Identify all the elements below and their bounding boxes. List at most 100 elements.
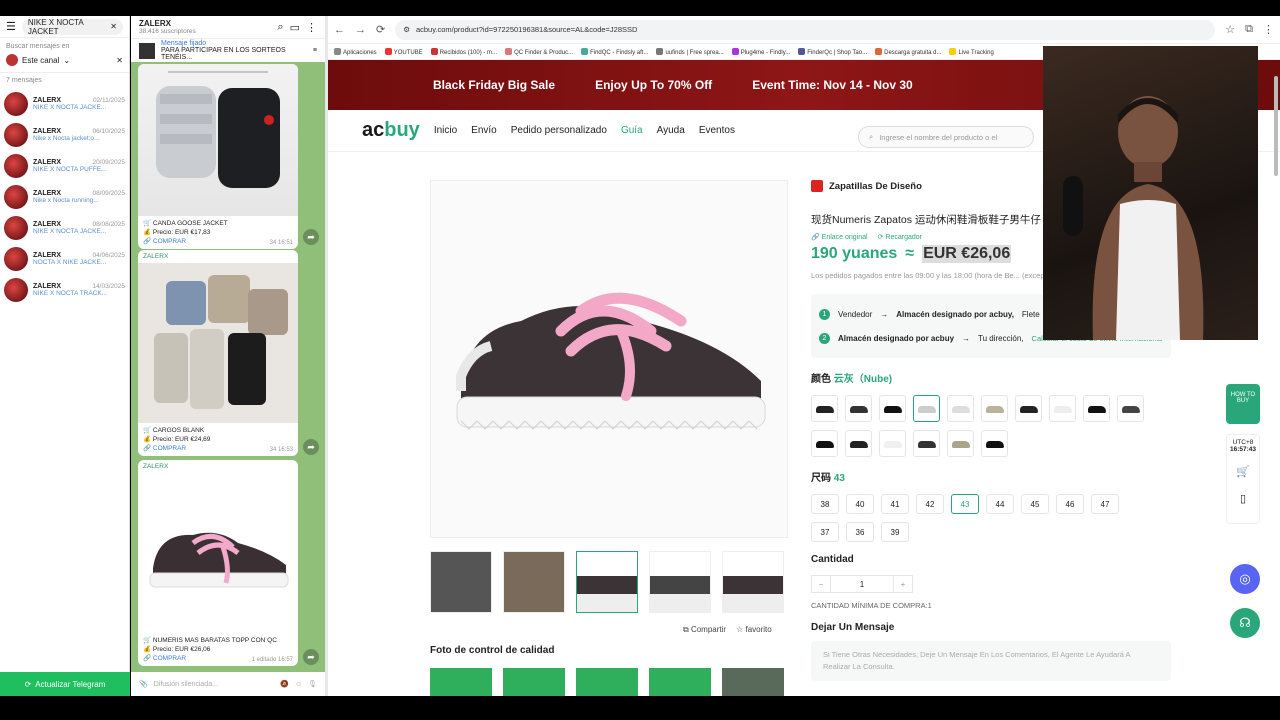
product-thumbnail[interactable] [503,551,565,613]
favorite-button[interactable]: ☆ favorito [736,625,772,635]
color-swatch[interactable] [879,430,906,457]
bookmark[interactable]: uufinds | Free sprea... [656,48,723,56]
size-option[interactable]: 45 [1021,494,1049,514]
color-swatch[interactable] [811,395,838,422]
quantity-input[interactable]: 1 [830,576,894,592]
size-option[interactable]: 38 [811,494,839,514]
size-option[interactable]: 43 [951,494,979,514]
post-image-cargos[interactable] [138,263,298,423]
clear-search-icon[interactable]: ✕ [110,22,117,31]
address-bar[interactable]: ⚙ acbuy.com/product?id=972250196381&sourc… [395,19,1216,40]
mic-icon[interactable]: 🎙 [308,680,317,688]
bookmark[interactable]: Descarga gratuita d... [875,48,941,56]
support-icon[interactable]: ☊ [1230,608,1260,638]
bookmark[interactable]: FinderQc | Shop Tao... [798,48,867,56]
pin-list-icon[interactable]: ≡ [313,47,317,54]
post-image-jackets[interactable] [138,64,298,216]
qc-photo[interactable] [503,668,565,696]
phone-icon[interactable]: ▯ [1227,492,1259,505]
discord-icon[interactable]: ◎ [1230,564,1260,594]
close-icon[interactable]: ✕ [116,56,123,65]
menu-icon[interactable]: ☰ [6,20,16,33]
nav-item[interactable]: Ayuda [657,125,685,136]
color-swatch[interactable] [845,395,872,422]
post-image-sneaker[interactable] [138,473,298,633]
nav-item[interactable]: Guía [621,125,643,136]
decrement-button[interactable]: − [812,576,830,592]
qc-photo[interactable] [722,668,784,696]
attach-icon[interactable]: 📎 [139,680,148,688]
kebab-menu-icon[interactable]: ⋮ [1263,23,1274,36]
qc-photo[interactable] [649,668,711,696]
pinned-message[interactable]: Mensaje fijado PARA PARTICIPAR EN LOS SOR… [131,38,325,62]
size-option[interactable]: 42 [916,494,944,514]
nav-item[interactable]: Envío [471,125,497,136]
color-swatch[interactable] [1015,395,1042,422]
product-search-input[interactable]: ⌕ Ingrese el nombre del producto o el [858,126,1034,148]
nav-item[interactable]: Inicio [434,125,457,136]
qc-photo[interactable] [430,668,492,696]
buy-link[interactable]: COMPRAR [153,445,186,452]
color-swatch[interactable] [879,395,906,422]
forward-icon[interactable]: ➦ [303,439,319,455]
color-swatch[interactable] [947,430,974,457]
nav-item[interactable]: Eventos [699,125,735,136]
original-link[interactable]: 🔗 Enlace original [811,233,868,241]
bookmark[interactable]: Recibidos (100) - m... [431,48,497,56]
forward-nav-icon[interactable]: → [355,24,366,36]
forward-icon[interactable]: ➦ [303,649,319,665]
increment-button[interactable]: + [894,576,912,592]
search-result[interactable]: ZALERX 02/11/2025 NIKE X NOCTA JACKE... [0,88,129,119]
color-swatch[interactable] [981,430,1008,457]
search-result[interactable]: ZALERX 08/08/2025 NIKE X NOCTA JACKE... [0,212,129,243]
star-icon[interactable]: ☆ [1225,23,1235,36]
reload-icon[interactable]: ⟳ [376,23,385,36]
size-option[interactable]: 47 [1091,494,1119,514]
telegram-search-input[interactable]: NIKE X NOCTA JACKET ✕ [21,18,123,36]
search-result[interactable]: ZALERX 20/09/2025 NIKE X NOCTA PUFFE... [0,150,129,181]
search-result[interactable]: ZALERX 04/06/2025 NOCTA X NIKE JACKE... [0,243,129,274]
product-thumbnail[interactable] [722,551,784,613]
channel-header[interactable]: ZALERX 38.416 suscriptores ⌕ ▭ ⋮ [131,16,325,38]
bookmark[interactable]: FindQC - Findsly aft... [581,48,648,56]
size-option[interactable]: 46 [1056,494,1084,514]
size-option[interactable]: 41 [881,494,909,514]
chat-icon[interactable]: ▭ [290,21,300,34]
color-swatch[interactable] [913,395,940,422]
search-result[interactable]: ZALERX 14/03/2025 NIKE X NOCTA TRACK... [0,274,129,305]
bookmark[interactable]: QC Finder & Produc... [505,48,573,56]
bookmark[interactable]: YOUTUBE [385,48,423,56]
color-swatch[interactable] [1117,395,1144,422]
bookmark[interactable]: Live Tracking [949,48,993,56]
size-option[interactable]: 39 [881,522,909,542]
update-telegram-button[interactable]: ⟳ Actualizar Telegram [0,672,130,696]
color-swatch[interactable] [845,430,872,457]
qc-photo[interactable] [576,668,638,696]
product-thumbnail[interactable] [430,551,492,613]
color-swatch[interactable] [981,395,1008,422]
mute-icon[interactable]: 🔕 [280,680,289,688]
size-option[interactable]: 36 [846,522,874,542]
color-swatch[interactable] [913,430,940,457]
bookmark[interactable]: Aplicaciones [334,48,377,56]
size-option[interactable]: 40 [846,494,874,514]
color-swatch[interactable] [1083,395,1110,422]
message-input[interactable]: Difusión silenciada... [154,681,275,688]
buy-link[interactable]: COMPRAR [153,655,186,662]
cart-icon[interactable]: 🛒 [1227,465,1259,478]
size-option[interactable]: 37 [811,522,839,542]
message-textarea[interactable]: Si Tiene Otras Necesidades, Deje Un Mens… [811,641,1171,681]
color-swatch[interactable] [1049,395,1076,422]
scrollbar[interactable] [1274,76,1278,176]
forward-icon[interactable]: ➦ [303,229,319,245]
channel-filter[interactable]: Este canal ⌄ ✕ [0,52,129,68]
share-button[interactable]: ⧉ Compartir [683,625,726,635]
reload-link[interactable]: ⟳ Recargador [878,233,922,241]
extensions-icon[interactable]: ⧉ [1245,23,1253,36]
bookmark[interactable]: Plug4me - Findly... [732,48,791,56]
search-result[interactable]: ZALERX 06/10/2025 Nike x Nocta jacket;o... [0,119,129,150]
size-option[interactable]: 44 [986,494,1014,514]
color-swatch[interactable] [811,430,838,457]
emoji-icon[interactable]: ☺ [295,681,302,688]
how-to-buy-badge[interactable]: HOW TO BUY [1226,384,1260,424]
